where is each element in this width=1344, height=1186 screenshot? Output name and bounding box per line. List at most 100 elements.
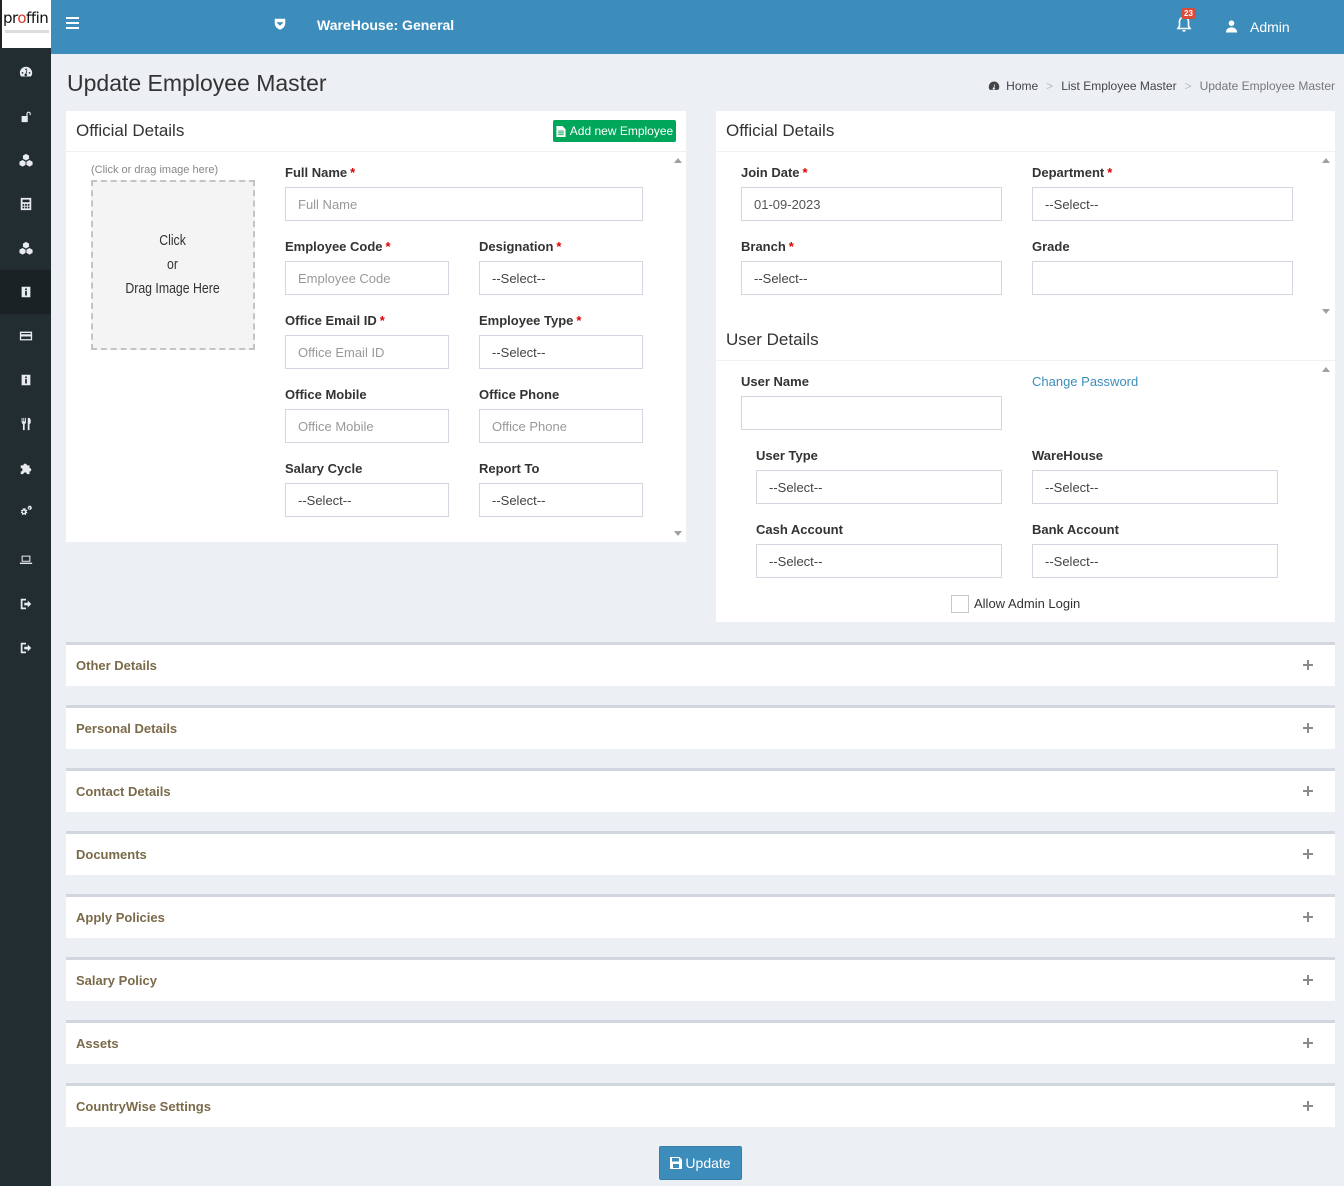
brand-logo[interactable]: proffin <box>0 0 51 48</box>
section-documents[interactable]: Documents <box>66 831 1335 875</box>
save-icon <box>670 1157 683 1169</box>
expand-plus-icon[interactable] <box>1303 786 1313 796</box>
calculator-icon <box>20 197 31 211</box>
user-type-select[interactable]: --Select-- <box>756 470 1002 504</box>
section-title: Other Details <box>76 658 157 673</box>
sidebar-item-employee[interactable] <box>0 270 51 314</box>
sidebar-item-plugins[interactable] <box>0 446 51 490</box>
sidebar-item-restaurant[interactable] <box>0 402 51 446</box>
logo-text: proffin <box>3 9 49 27</box>
menu-toggle-icon[interactable] <box>66 17 79 29</box>
section-salary-policy[interactable]: Salary Policy <box>66 957 1335 1001</box>
section-personal-details[interactable]: Personal Details <box>66 705 1335 749</box>
breadcrumb-home[interactable]: Home <box>1006 79 1038 93</box>
employee-type-label: Employee Type * <box>479 313 582 328</box>
bank-account-label: Bank Account <box>1032 522 1119 537</box>
department-label: Department * <box>1032 165 1113 180</box>
warehouse-label[interactable]: WareHouse: General <box>317 17 454 33</box>
section-title: Contact Details <box>76 784 171 799</box>
top-navbar: WareHouse: General 23 Admin <box>51 0 1344 54</box>
grade-input[interactable] <box>1032 261 1293 295</box>
expand-plus-icon[interactable] <box>1303 1038 1313 1048</box>
change-password-link[interactable]: Change Password <box>1032 374 1138 389</box>
scroll-down-arrow[interactable] <box>674 531 682 536</box>
designation-label: Designation * <box>479 239 562 254</box>
report-to-select[interactable]: --Select-- <box>479 483 643 517</box>
allow-admin-login-checkbox[interactable] <box>951 595 969 613</box>
employee-code-input[interactable]: Employee Code <box>285 261 449 295</box>
sidebar-item-cubes[interactable] <box>0 138 51 182</box>
branch-select[interactable]: --Select-- <box>741 261 1002 295</box>
expand-plus-icon[interactable] <box>1303 912 1313 922</box>
sidebar-item-unlock[interactable] <box>0 94 51 138</box>
grade-label: Grade <box>1032 239 1070 254</box>
section-other-details[interactable]: Other Details <box>66 642 1335 686</box>
office-mobile-label: Office Mobile <box>285 387 367 402</box>
office-email-input[interactable]: Office Email ID <box>285 335 449 369</box>
expand-plus-icon[interactable] <box>1303 723 1313 733</box>
gears-icon <box>20 505 32 516</box>
bank-account-select[interactable]: --Select-- <box>1032 544 1278 578</box>
expand-plus-icon[interactable] <box>1303 849 1313 859</box>
join-date-label: Join Date * <box>741 165 808 180</box>
section-title: Salary Policy <box>76 973 157 988</box>
department-select[interactable]: --Select-- <box>1032 187 1293 221</box>
section-title: Apply Policies <box>76 910 165 925</box>
image-dropzone[interactable]: Click or Drag Image Here <box>91 180 255 350</box>
sidebar-item-cubes-2[interactable] <box>0 226 51 270</box>
section-assets[interactable]: Assets <box>66 1020 1335 1064</box>
sidebar-item-badge[interactable] <box>0 358 51 402</box>
office-phone-label: Office Phone <box>479 387 560 402</box>
panel-title: Official Details <box>726 121 835 140</box>
breadcrumb-list[interactable]: List Employee Master <box>1061 79 1176 93</box>
expand-plus-icon[interactable] <box>1303 1101 1313 1111</box>
sidebar-item-dashboard[interactable] <box>0 50 51 94</box>
cash-account-label: Cash Account <box>756 522 843 537</box>
section-countrywise-settings[interactable]: CountryWise Settings <box>66 1083 1335 1127</box>
sign-out-icon <box>20 642 31 654</box>
dashboard-icon <box>19 66 32 77</box>
report-to-label: Report To <box>479 461 540 476</box>
office-phone-input[interactable]: Office Phone <box>479 409 643 443</box>
section-title: Assets <box>76 1036 119 1051</box>
update-button[interactable]: Update <box>659 1146 742 1180</box>
user-name-label: User Name <box>741 374 809 389</box>
laptop-icon <box>19 555 32 564</box>
salary-cycle-select[interactable]: --Select-- <box>285 483 449 517</box>
expand-plus-icon[interactable] <box>1303 660 1313 670</box>
unlock-icon <box>21 111 31 123</box>
section-title: Documents <box>76 847 147 862</box>
designation-select[interactable]: --Select-- <box>479 261 643 295</box>
image-hint: (Click or drag image here) <box>91 164 219 176</box>
join-date-input[interactable]: 01-09-2023 <box>741 187 1002 221</box>
scroll-up-arrow[interactable] <box>674 158 682 163</box>
warehouse-label: WareHouse <box>1032 448 1104 463</box>
section-contact-details[interactable]: Contact Details <box>66 768 1335 812</box>
file-icon <box>556 125 566 137</box>
section-apply-policies[interactable]: Apply Policies <box>66 894 1335 938</box>
user-menu[interactable]: Admin <box>1250 19 1290 35</box>
scroll-down-arrow[interactable] <box>1322 309 1330 314</box>
sidebar-item-devices[interactable] <box>0 538 51 582</box>
expand-plus-icon[interactable] <box>1303 975 1313 985</box>
employee-type-select[interactable]: --Select-- <box>479 335 643 369</box>
add-employee-button[interactable]: Add new Employee <box>553 120 676 142</box>
breadcrumb-current: Update Employee Master <box>1199 79 1335 93</box>
full-name-input[interactable]: Full Name <box>285 187 643 221</box>
section-title: Personal Details <box>76 721 178 736</box>
sidebar: proffin <box>0 0 51 1186</box>
cash-account-select[interactable]: --Select-- <box>756 544 1002 578</box>
user-name-input[interactable] <box>741 396 1002 430</box>
sidebar-item-settings[interactable] <box>0 490 51 534</box>
warehouse-select[interactable]: --Select-- <box>1032 470 1278 504</box>
section-title: CountryWise Settings <box>76 1099 211 1114</box>
office-mobile-input[interactable]: Office Mobile <box>285 409 449 443</box>
sidebar-item-logout-2[interactable] <box>0 626 51 670</box>
employee-code-label: Employee Code * <box>285 239 391 254</box>
sidebar-item-logout[interactable] <box>0 582 51 626</box>
scroll-up-arrow[interactable] <box>1322 158 1330 163</box>
sidebar-item-payments[interactable] <box>0 314 51 358</box>
cubes-icon <box>18 241 33 255</box>
sidebar-item-calculator[interactable] <box>0 182 51 226</box>
scroll-up-arrow[interactable] <box>1322 367 1330 372</box>
